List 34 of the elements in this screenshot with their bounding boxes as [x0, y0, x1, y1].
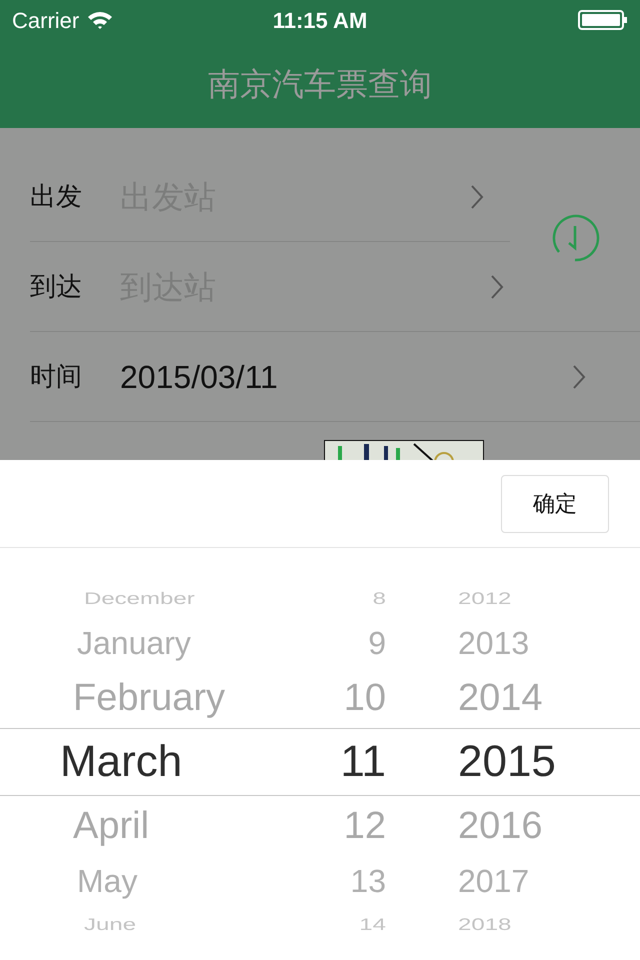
confirm-button[interactable]: 确定: [501, 474, 609, 532]
date-value[interactable]: 2015/03/11: [120, 352, 572, 400]
day-option[interactable]: 11: [340, 729, 386, 795]
month-option[interactable]: January: [77, 619, 191, 667]
field-label: 出发: [30, 180, 83, 213]
month-option[interactable]: April: [73, 798, 150, 854]
year-option[interactable]: 2016: [458, 798, 543, 854]
year-option[interactable]: 2018: [458, 912, 512, 938]
field-label: 时间: [30, 360, 83, 393]
day-option[interactable]: 8: [372, 586, 386, 612]
chevron-right-icon: [490, 274, 504, 300]
chevron-right-icon: [470, 184, 484, 210]
month-option[interactable]: February: [73, 670, 226, 726]
month-option[interactable]: March: [60, 729, 182, 795]
year-option[interactable]: 2015: [458, 729, 556, 795]
month-option[interactable]: June: [84, 912, 136, 938]
month-option[interactable]: May: [77, 857, 138, 905]
year-option[interactable]: 2012: [458, 586, 512, 612]
clock-time: 11:15 AM: [272, 6, 368, 34]
day-option[interactable]: 9: [368, 619, 386, 667]
month-option[interactable]: December: [84, 586, 195, 612]
year-option[interactable]: 2013: [458, 619, 530, 667]
day-option[interactable]: 14: [359, 912, 386, 938]
chevron-right-icon: [572, 364, 586, 390]
year-option[interactable]: 2017: [458, 857, 530, 905]
page-title: 南京汽车票查询: [208, 65, 432, 104]
day-option[interactable]: 12: [344, 798, 386, 854]
battery-icon: [578, 9, 628, 31]
wifi-icon: [87, 10, 114, 30]
day-option[interactable]: 13: [350, 857, 386, 905]
day-option[interactable]: 10: [344, 670, 386, 726]
carrier-label: Carrier: [12, 6, 80, 34]
field-label: 到达: [30, 270, 83, 303]
year-option[interactable]: 2014: [458, 670, 543, 726]
